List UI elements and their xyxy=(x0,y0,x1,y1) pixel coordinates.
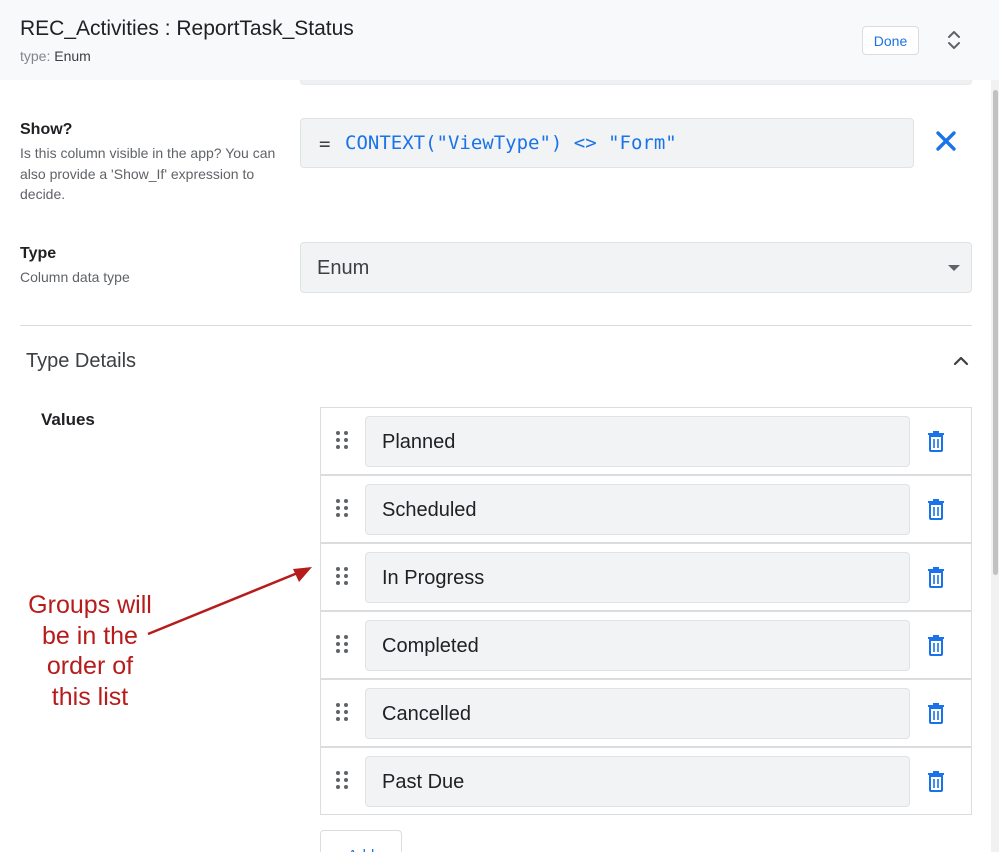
header-bar: REC_Activities : ReportTask_Status type:… xyxy=(0,0,999,80)
type-label: Type xyxy=(20,245,57,262)
trash-icon[interactable] xyxy=(927,703,945,724)
close-icon[interactable] xyxy=(934,129,958,153)
value-input[interactable]: Planned xyxy=(365,416,910,467)
drag-handle-icon[interactable] xyxy=(335,770,349,790)
type-details-heading[interactable]: Type Details xyxy=(26,350,136,373)
show-if-expression[interactable]: CONTEXT("ViewType") <> "Form" xyxy=(345,132,677,154)
type-prefix: type: xyxy=(20,48,51,64)
annotation-line: order of xyxy=(46,652,134,680)
value-text: Planned xyxy=(382,431,456,453)
trash-icon[interactable] xyxy=(927,771,945,792)
unfold-icon[interactable] xyxy=(944,29,964,51)
list-item: Past Due xyxy=(320,747,972,815)
show-if-expression-field[interactable]: = CONTEXT("ViewType") <> "Form" xyxy=(300,118,914,168)
scrollbar-thumb[interactable] xyxy=(993,90,998,575)
value-text: Completed xyxy=(382,635,479,657)
add-value-button[interactable]: Add xyxy=(320,830,402,852)
dropdown-arrow-icon xyxy=(948,265,960,271)
drag-handle-icon[interactable] xyxy=(335,498,349,518)
show-label: Show? xyxy=(20,121,73,138)
value-input[interactable]: Past Due xyxy=(365,756,910,807)
value-text: Scheduled xyxy=(382,499,477,521)
annotation-line: be in the xyxy=(42,621,138,650)
show-description: Is this column visible in the app? You c… xyxy=(20,145,276,202)
values-label: Values xyxy=(41,410,95,429)
value-text: Past Due xyxy=(382,771,465,793)
trash-icon[interactable] xyxy=(927,499,945,520)
type-description: Column data type xyxy=(20,269,130,285)
drag-handle-icon[interactable] xyxy=(335,634,349,654)
drag-handle-icon[interactable] xyxy=(335,566,349,586)
value-text: In Progress xyxy=(382,567,485,589)
trash-icon[interactable] xyxy=(927,567,945,588)
list-item: Scheduled xyxy=(320,475,972,543)
section-divider xyxy=(20,325,972,326)
previous-field-edge xyxy=(300,80,972,85)
page-title: REC_Activities : ReportTask_Status xyxy=(20,17,354,40)
drag-handle-icon[interactable] xyxy=(335,430,349,450)
type-select-value: Enum xyxy=(317,257,370,279)
value-input[interactable]: In Progress xyxy=(365,552,910,603)
value-input[interactable]: Completed xyxy=(365,620,910,671)
trash-icon[interactable] xyxy=(927,635,945,656)
type-value: Enum xyxy=(54,48,91,64)
column-type-subtitle: type: Enum xyxy=(20,48,91,64)
value-text: Cancelled xyxy=(382,703,471,725)
list-item: Completed xyxy=(320,611,972,679)
done-button[interactable]: Done xyxy=(862,26,919,55)
list-item: Planned xyxy=(320,407,972,475)
annotation-arrow xyxy=(147,567,312,636)
trash-icon[interactable] xyxy=(927,431,945,452)
annotation-line: Groups will xyxy=(28,591,152,619)
drag-handle-icon[interactable] xyxy=(335,702,349,722)
chevron-up-icon[interactable] xyxy=(952,354,970,368)
list-item: In Progress xyxy=(320,543,972,611)
annotation-note: Groups will be in the order of this list xyxy=(20,590,160,712)
annotation-line: this list xyxy=(51,682,129,711)
type-select[interactable]: Enum xyxy=(300,242,972,293)
value-input[interactable]: Cancelled xyxy=(365,688,910,739)
list-item: Cancelled xyxy=(320,679,972,747)
value-input[interactable]: Scheduled xyxy=(365,484,910,535)
formula-equals-sign: = xyxy=(319,133,331,155)
